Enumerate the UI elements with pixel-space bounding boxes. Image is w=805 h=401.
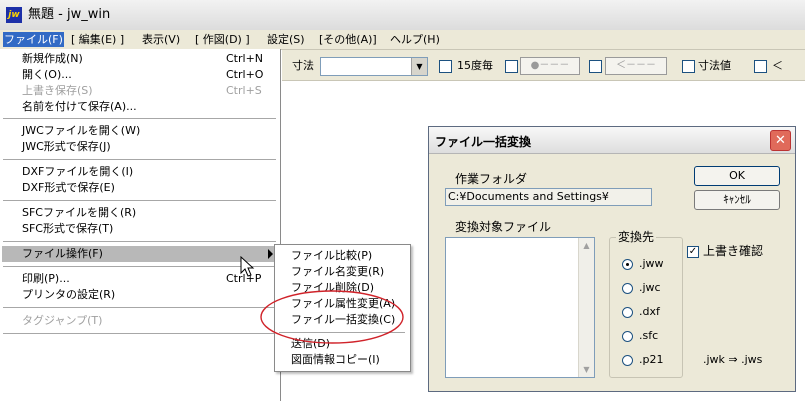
target-files-list[interactable]: ▲ ▼ (445, 237, 595, 378)
menu-edit[interactable]: [ 編集(E) ] (70, 32, 125, 47)
ok-button[interactable]: OK (694, 166, 780, 186)
menu-item-sfc-save[interactable]: SFC形式で保存(T) (22, 222, 113, 236)
radio-label-p21: .p21 (639, 353, 664, 366)
dim-select[interactable]: ▼ (320, 57, 428, 76)
dest-label: 変換先 (616, 230, 657, 244)
dim-label: 寸法 (292, 59, 314, 72)
last-checkbox[interactable] (754, 60, 767, 73)
work-folder-value: C:¥Documents and Settings¥ (448, 190, 609, 203)
radio-label-jww: .jww (639, 257, 664, 270)
shortcut-open: Ctrl+O (226, 68, 264, 81)
menu-separator (3, 200, 276, 201)
menu-item-sfc-open[interactable]: SFCファイルを開く(R) (22, 206, 136, 220)
menu-draw[interactable]: [ 作図(D) ] (194, 32, 251, 47)
submenu-item-rename[interactable]: ファイル名変更(R) (291, 265, 384, 279)
radio-label-jwc: .jwc (639, 281, 661, 294)
menu-file[interactable]: ファイル(F) (3, 32, 64, 47)
angle15-label: 15度毎 (457, 59, 493, 72)
radio-dxf[interactable] (622, 307, 633, 318)
scroll-up-icon[interactable]: ▲ (580, 239, 593, 252)
menu-item-print[interactable]: 印刷(P)... (22, 272, 70, 286)
menu-item-save-as[interactable]: 名前を付けて保存(A)... (22, 100, 137, 114)
file-menu: 新規作成(N) Ctrl+N 開く(O)... Ctrl+O 上書き保存(S) … (0, 49, 281, 401)
menu-item-open[interactable]: 開く(O)... (22, 68, 72, 82)
menu-separator (3, 307, 276, 308)
shortcut-overwrite: Ctrl+S (226, 84, 262, 97)
target-files-label: 変換対象ファイル (455, 220, 552, 234)
menu-item-tag-jump: タグジャンプ(T) (22, 314, 103, 327)
conversion-note: .jwk ⇒ .jws (703, 353, 763, 366)
menu-item-dxf-save[interactable]: DXF形式で保存(E) (22, 181, 115, 195)
work-folder-field[interactable]: C:¥Documents and Settings¥ (445, 188, 652, 206)
overwrite-confirm-label: 上書き確認 (703, 244, 764, 258)
menu-item-overwrite-save: 上書き保存(S) (22, 84, 93, 97)
menu-separator (3, 266, 276, 267)
scroll-down-icon[interactable]: ▼ (580, 363, 593, 376)
menu-bar: ファイル(F) [ 編集(E) ] 表示(V) [ 作図(D) ] 設定(S) … (0, 30, 805, 50)
radio-label-dxf: .dxf (639, 305, 660, 318)
radio-jwc[interactable] (622, 283, 633, 294)
menu-item-printer-setup[interactable]: プリンタの設定(R) (22, 288, 115, 302)
radio-sfc[interactable] (622, 331, 633, 342)
menu-help[interactable]: ヘルプ(H) (389, 32, 441, 47)
mouse-cursor-icon (240, 256, 255, 277)
menu-item-dxf-open[interactable]: DXFファイルを開く(I) (22, 165, 133, 179)
window-title: 無題 - jw_win (28, 7, 111, 22)
menu-separator (3, 333, 276, 334)
close-icon[interactable]: ✕ (770, 130, 791, 151)
cancel-button[interactable]: ｷｬﾝｾﾙ (694, 190, 780, 210)
overwrite-confirm-checkbox[interactable]: ✓ (687, 246, 699, 258)
menu-item-new[interactable]: 新規作成(N) (22, 52, 83, 66)
menu-item-file-ops[interactable]: ファイル操作(F) (2, 246, 277, 262)
menu-separator (3, 118, 276, 119)
last-label: ＜ (772, 59, 783, 72)
submenu-item-info-copy[interactable]: 図面情報コピー(I) (291, 353, 380, 367)
shortcut-new: Ctrl+N (226, 52, 264, 65)
option-a-checkbox[interactable] (505, 60, 518, 73)
submenu-arrow-icon (268, 249, 273, 259)
menu-settings[interactable]: 設定(S) (266, 32, 306, 47)
toolbar: 寸法 ▼ 15度毎 ●－－－ ＜－－－ 寸法値 ＜ (282, 50, 805, 81)
dialog-title: ファイル一括変換 (435, 135, 532, 149)
dialog-title-bar[interactable]: ファイル一括変換 ✕ (429, 127, 795, 154)
menu-separator (3, 241, 276, 242)
dim-value-checkbox[interactable] (682, 60, 695, 73)
jw-app-icon[interactable]: jw (6, 7, 22, 23)
title-bar[interactable]: jw 無題 - jw_win (0, 0, 805, 31)
menu-view[interactable]: 表示(V) (141, 32, 181, 47)
chevron-down-icon[interactable]: ▼ (411, 58, 427, 75)
radio-jww[interactable] (622, 259, 633, 270)
file-ops-label: ファイル操作(F) (22, 247, 103, 260)
annotation-ellipse (260, 290, 404, 344)
angle15-checkbox[interactable] (439, 60, 452, 73)
point-line-button[interactable]: ●－－－ (520, 57, 580, 75)
menu-other[interactable]: [その他(A)] (318, 32, 378, 47)
batch-convert-dialog: ファイル一括変換 ✕ 作業フォルダ C:¥Documents and Setti… (428, 126, 796, 392)
list-scrollbar[interactable]: ▲ ▼ (578, 238, 594, 377)
radio-p21[interactable] (622, 355, 633, 366)
radio-label-sfc: .sfc (639, 329, 659, 342)
menu-item-jwc-save[interactable]: JWC形式で保存(J) (22, 140, 111, 154)
dim-value-label: 寸法値 (698, 59, 731, 72)
option-b-checkbox[interactable] (589, 60, 602, 73)
work-folder-label: 作業フォルダ (455, 172, 528, 186)
menu-separator (3, 159, 276, 160)
arrow-line-button[interactable]: ＜－－－ (605, 57, 667, 75)
menu-item-jwc-open[interactable]: JWCファイルを開く(W) (22, 124, 140, 138)
submenu-item-compare[interactable]: ファイル比較(P) (291, 249, 372, 263)
